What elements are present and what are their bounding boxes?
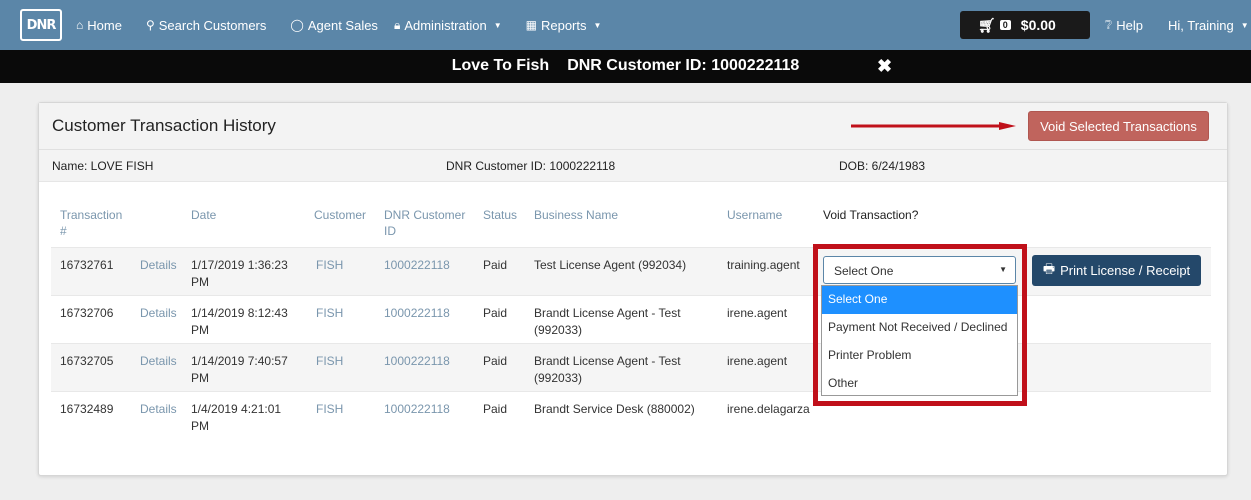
user-menu[interactable]: Hi, Training ▼ xyxy=(1168,0,1249,50)
dnr-id-link[interactable]: 1000222118 xyxy=(384,401,450,418)
nav-home[interactable]: ⌂ Home xyxy=(76,18,122,33)
cart-icon: 🛒︎ xyxy=(978,16,996,33)
username: irene.delagarza xyxy=(727,402,810,416)
nav-agent-sales[interactable]: ◯ Agent Sales xyxy=(290,18,378,33)
user-menu-label: Hi, Training xyxy=(1168,17,1234,33)
nav-home-label: Home xyxy=(87,17,122,33)
txn-status: Paid xyxy=(483,402,508,416)
chevron-down-icon: ▼ xyxy=(493,20,502,30)
customer-name: Love To Fish xyxy=(451,57,550,74)
panel-header: Customer Transaction History Void Select… xyxy=(39,103,1227,150)
option-other[interactable]: Other xyxy=(822,370,1017,398)
nav-reports[interactable]: ▦ Reports ▼ xyxy=(526,18,602,33)
header-date[interactable]: Date xyxy=(191,207,216,223)
details-link[interactable]: Details xyxy=(140,305,177,322)
nav-help-label: Help xyxy=(1116,17,1143,33)
nav-help[interactable]: ❔︎ Help xyxy=(1105,0,1143,50)
table-header: Transaction # Date Customer DNR Customer… xyxy=(51,199,1211,247)
chevron-down-icon: ▼ xyxy=(999,265,1007,274)
void-selected-button[interactable]: Void Selected Transactions xyxy=(1028,111,1209,141)
cart-count-badge: 0 xyxy=(999,20,1011,30)
header-dnr-id[interactable]: DNR Customer ID xyxy=(384,207,474,239)
txn-number: 16732489 xyxy=(60,402,114,416)
dnr-id-link[interactable]: 1000222118 xyxy=(384,305,450,322)
void-reason-select[interactable]: Select One ▼ xyxy=(823,256,1016,284)
page-title: Customer Transaction History xyxy=(52,116,276,135)
txn-status: Paid xyxy=(483,306,508,320)
chevron-down-icon: ▼ xyxy=(1240,20,1249,30)
annotation-arrow xyxy=(851,122,1016,130)
customer-id: DNR Customer ID: 1000222118 xyxy=(567,57,800,74)
business-name: Brandt License Agent - Test (992033) xyxy=(534,354,681,385)
customer-name-info: Name: LOVE FISH xyxy=(52,159,154,173)
question-icon: ❔︎ xyxy=(1105,17,1113,32)
nav-administration[interactable]: 🔒︎ Administration ▼ xyxy=(394,18,502,33)
txn-date: 1/17/2019 1:36:23 PM xyxy=(191,258,288,289)
txn-number: 16732705 xyxy=(60,354,114,368)
table-row: 16732706 Details 1/14/2019 8:12:43 PM FI… xyxy=(51,295,1211,343)
home-icon: ⌂ xyxy=(76,18,84,32)
header-status[interactable]: Status xyxy=(483,207,517,223)
cart-button[interactable]: 🛒︎ 0 $0.00 xyxy=(960,11,1090,39)
details-link[interactable]: Details xyxy=(140,401,177,418)
customer-link[interactable]: FISH xyxy=(316,401,343,418)
txn-status: Paid xyxy=(483,354,508,368)
customer-link[interactable]: FISH xyxy=(316,305,343,322)
cart-total: $0.00 xyxy=(1020,17,1056,33)
customer-link[interactable]: FISH xyxy=(316,353,343,370)
header-transaction[interactable]: Transaction # xyxy=(60,207,130,239)
txn-number: 16732761 xyxy=(60,258,114,272)
nav-search-label: Search Customers xyxy=(158,17,267,33)
details-link[interactable]: Details xyxy=(140,257,177,274)
txn-date: 1/4/2019 4:21:01 PM xyxy=(191,402,282,433)
txn-status: Paid xyxy=(483,258,508,272)
print-license-label: Print License / Receipt xyxy=(1060,263,1191,278)
nav-reports-label: Reports xyxy=(540,17,587,33)
printer-icon: 🖶︎ xyxy=(1042,260,1056,276)
chevron-down-icon: ▼ xyxy=(593,20,602,30)
customer-link[interactable]: FISH xyxy=(316,257,343,274)
customer-info-row: Name: LOVE FISH DNR Customer ID: 1000222… xyxy=(39,150,1227,182)
void-reason-dropdown: Select One Payment Not Received / Declin… xyxy=(821,285,1018,396)
close-icon[interactable]: ✖ xyxy=(877,56,892,77)
print-license-button[interactable]: 🖶︎ Print License / Receipt xyxy=(1032,255,1201,286)
option-select-one[interactable]: Select One xyxy=(822,286,1017,314)
dnr-logo[interactable]: DNR xyxy=(20,9,62,41)
txn-number: 16732706 xyxy=(60,306,114,320)
username: irene.agent xyxy=(727,306,788,320)
customer-bar: Love To Fish DNR Customer ID: 1000222118 … xyxy=(0,50,1251,83)
table-row: 16732489 Details 1/4/2019 4:21:01 PM FIS… xyxy=(51,391,1211,439)
search-icon: ⚲ xyxy=(145,18,155,32)
username: training.agent xyxy=(727,258,800,272)
dnr-id-link[interactable]: 1000222118 xyxy=(384,257,450,274)
transaction-history-panel: Customer Transaction History Void Select… xyxy=(38,102,1228,476)
void-reason-value: Select One xyxy=(834,264,894,278)
txn-date: 1/14/2019 7:40:57 PM xyxy=(191,354,288,385)
clock-icon: ◯ xyxy=(290,18,304,32)
username: irene.agent xyxy=(727,354,788,368)
nav-administration-label: Administration xyxy=(404,17,487,33)
option-payment-not-received[interactable]: Payment Not Received / Declined xyxy=(822,314,1017,342)
txn-date: 1/14/2019 8:12:43 PM xyxy=(191,306,288,337)
header-customer[interactable]: Customer xyxy=(314,207,366,223)
header-void: Void Transaction? xyxy=(823,208,919,222)
lock-icon: 🔒︎ xyxy=(393,17,401,32)
nav-search-customers[interactable]: ⚲ Search Customers xyxy=(146,18,266,33)
business-name: Test License Agent (992034) xyxy=(534,258,687,272)
customer-dob-info: DOB: 6/24/1983 xyxy=(839,159,926,173)
dnr-id-link[interactable]: 1000222118 xyxy=(384,353,450,370)
customer-bar-title: Love To Fish DNR Customer ID: 1000222118 xyxy=(0,57,1251,75)
transaction-table: Transaction # Date Customer DNR Customer… xyxy=(51,199,1211,439)
business-name: Brandt License Agent - Test (992033) xyxy=(534,306,681,337)
business-name: Brandt Service Desk (880002) xyxy=(534,402,695,416)
customer-id-info: DNR Customer ID: 1000222118 xyxy=(446,159,616,173)
table-row: 16732705 Details 1/14/2019 7:40:57 PM FI… xyxy=(51,343,1211,391)
details-link[interactable]: Details xyxy=(140,353,177,370)
option-printer-problem[interactable]: Printer Problem xyxy=(822,342,1017,370)
header-business[interactable]: Business Name xyxy=(534,207,618,223)
reports-icon: ▦ xyxy=(525,18,537,32)
nav-agent-sales-label: Agent Sales xyxy=(307,17,378,33)
header-username[interactable]: Username xyxy=(727,207,782,223)
